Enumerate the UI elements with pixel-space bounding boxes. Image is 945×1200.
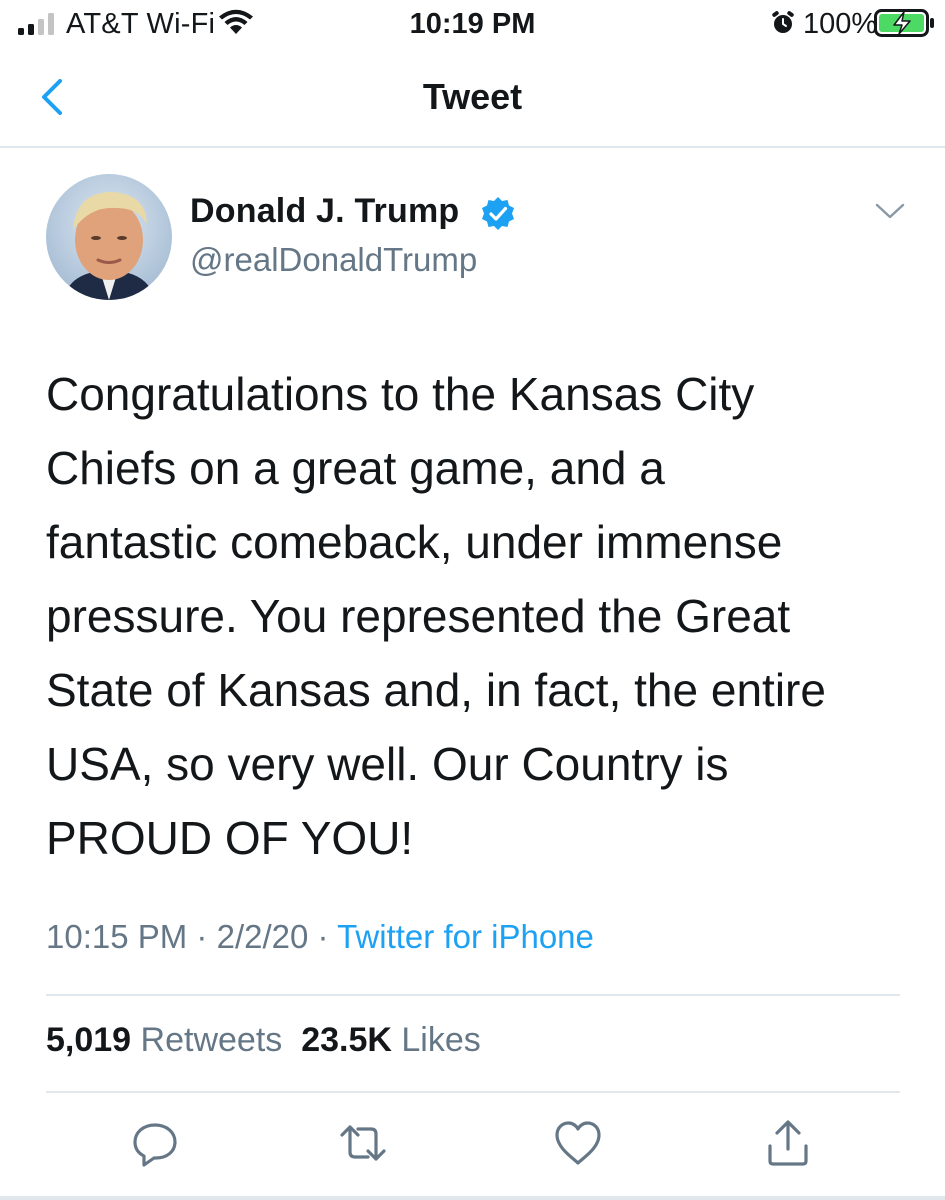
tweet-time: 10:15 PM bbox=[46, 918, 188, 955]
retweet-icon bbox=[340, 1125, 386, 1161]
tweet-detail-screen: AT&T Wi-Fi 10:19 PM 100% Tweet Donald J.… bbox=[0, 0, 945, 1200]
share-icon bbox=[768, 1120, 808, 1166]
divider bbox=[0, 1196, 945, 1200]
battery-charging-icon bbox=[874, 9, 934, 37]
author-handle[interactable]: @realDonaldTrump bbox=[190, 241, 477, 279]
tweet-date: 2/2/20 bbox=[216, 918, 309, 955]
status-bar: AT&T Wi-Fi 10:19 PM 100% bbox=[0, 0, 945, 48]
tweet-text: Congratulations to the Kansas City Chief… bbox=[46, 357, 906, 875]
tweet-text-line: pressure. You represented the Great bbox=[46, 590, 791, 642]
battery-percent: 100% bbox=[803, 8, 878, 40]
share-button[interactable] bbox=[763, 1118, 813, 1168]
reply-icon bbox=[133, 1123, 177, 1167]
tweet-text-line: State of Kansas and, in fact, the entire bbox=[46, 664, 826, 716]
retweets-label: Retweets bbox=[140, 1021, 283, 1059]
retweets-stat[interactable]: 5,019 Retweets bbox=[46, 1021, 282, 1059]
likes-label: Likes bbox=[401, 1021, 481, 1059]
meta-separator: · bbox=[196, 918, 208, 955]
retweets-count: 5,019 bbox=[46, 1021, 132, 1059]
divider bbox=[46, 994, 900, 996]
chevron-down-icon[interactable] bbox=[874, 200, 906, 222]
alarm-icon bbox=[772, 11, 794, 33]
avatar[interactable] bbox=[46, 174, 172, 300]
likes-stat[interactable]: 23.5K Likes bbox=[301, 1021, 481, 1059]
tweet-text-line: PROUD OF YOU! bbox=[46, 812, 414, 864]
tweet-text-line: Chiefs on a great game, and a bbox=[46, 442, 665, 494]
retweet-button[interactable] bbox=[338, 1118, 388, 1168]
like-icon bbox=[555, 1121, 601, 1165]
author-name[interactable]: Donald J. Trump bbox=[190, 192, 459, 231]
likes-count: 23.5K bbox=[301, 1021, 392, 1059]
tweet-text-line: fantastic comeback, under immense bbox=[46, 516, 783, 568]
divider bbox=[46, 1091, 900, 1093]
meta-separator: · bbox=[317, 918, 329, 955]
reply-button[interactable] bbox=[130, 1118, 180, 1168]
tweet-source-link[interactable]: Twitter for iPhone bbox=[337, 918, 594, 955]
tweet-meta: 10:15 PM · 2/2/20 · Twitter for iPhone bbox=[46, 918, 594, 956]
tweet-text-line: USA, so very well. Our Country is bbox=[46, 738, 729, 790]
verified-badge-icon bbox=[482, 197, 514, 230]
page-title: Tweet bbox=[422, 76, 523, 117]
tweet-text-line: Congratulations to the Kansas City bbox=[46, 368, 755, 420]
tweet-stats: 5,019 Retweets 23.5K Likes bbox=[46, 1021, 481, 1060]
navigation-bar: Tweet bbox=[0, 48, 945, 148]
like-button[interactable] bbox=[553, 1118, 603, 1168]
